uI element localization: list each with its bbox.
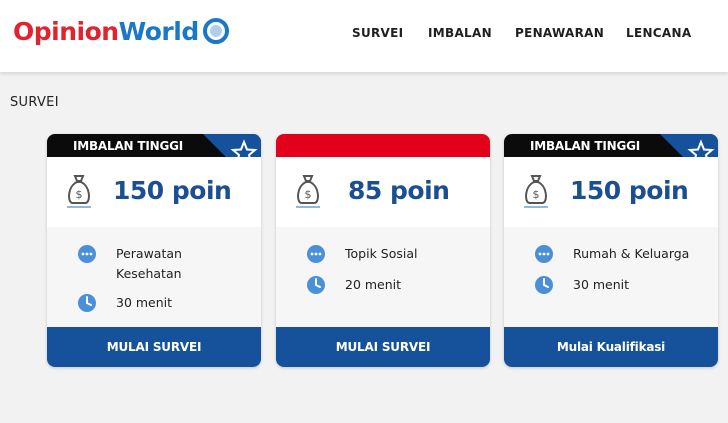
chat-bubble-icon xyxy=(307,245,325,263)
money-bag-icon: $ xyxy=(67,175,91,208)
chat-bubble-icon xyxy=(78,245,96,263)
points-panel: $ 85 poin xyxy=(276,157,490,227)
topic-label: Rumah & Keluarga xyxy=(573,246,690,261)
topic-row: Perawatan Kesehatan xyxy=(77,244,226,284)
chat-bubble-icon xyxy=(535,245,553,263)
start-survey-button[interactable]: MULAI SURVEI xyxy=(276,327,490,367)
logo-text-world: World xyxy=(118,16,200,46)
topic-label: Perawatan Kesehatan xyxy=(116,246,182,281)
logo-text-opinion: Opinion xyxy=(13,16,119,46)
nav-imbalan[interactable]: IMBALAN xyxy=(428,26,515,40)
clock-icon xyxy=(535,276,553,294)
points-value: 150 poin xyxy=(570,176,689,205)
points-panel: $ 150 poin xyxy=(504,157,718,227)
nav-survei[interactable]: SURVEI xyxy=(352,26,428,40)
duration-label: 30 menit xyxy=(573,277,630,292)
nav-penawaran[interactable]: PENAWARAN xyxy=(515,26,626,40)
duration-row: 30 menit xyxy=(77,293,226,313)
points-panel: $ 150 poin xyxy=(47,157,261,227)
survey-card: IMBALAN TINGGI $ 150 poin Perawatan Kese… xyxy=(47,134,261,367)
topic-row: Topik Sosial xyxy=(306,244,455,264)
section-title: SURVEI xyxy=(10,95,59,110)
start-survey-button[interactable]: MULAI SURVEI xyxy=(47,327,261,367)
site-header: Opinion World SURVEI IMBALAN PENAWARAN LE… xyxy=(0,0,728,72)
topic-row: Rumah & Keluarga xyxy=(534,244,703,264)
points-value: 85 poin xyxy=(348,176,450,205)
duration-label: 20 menit xyxy=(345,277,402,292)
svg-text:$: $ xyxy=(76,188,83,201)
start-qualification-button[interactable]: Mulai Kualifikasi xyxy=(504,327,718,367)
card-top-banner xyxy=(276,134,490,157)
money-bag-icon: $ xyxy=(524,175,548,208)
clock-icon xyxy=(78,294,96,312)
svg-text:$: $ xyxy=(305,188,312,201)
globe-logo-icon xyxy=(202,18,229,44)
money-bag-icon: $ xyxy=(296,175,320,208)
points-value: 150 poin xyxy=(113,176,232,205)
duration-row: 20 menit xyxy=(306,275,455,295)
duration-row: 30 menit xyxy=(534,275,683,295)
nav-lencana[interactable]: LENCANA xyxy=(626,26,696,40)
survey-card: IMBALAN TINGGI $ 150 poin Rumah & Keluar… xyxy=(504,134,718,367)
topic-label: Topik Sosial xyxy=(345,246,418,261)
clock-icon xyxy=(307,276,325,294)
survey-card: $ 85 poin Topik Sosial 20 menit MULAI SU… xyxy=(276,134,490,367)
opinionworld-logo[interactable]: Opinion World xyxy=(13,14,229,48)
main-nav: SURVEI IMBALAN PENAWARAN LENCANA xyxy=(352,26,696,40)
duration-label: 30 menit xyxy=(116,295,173,310)
svg-text:$: $ xyxy=(533,188,540,201)
